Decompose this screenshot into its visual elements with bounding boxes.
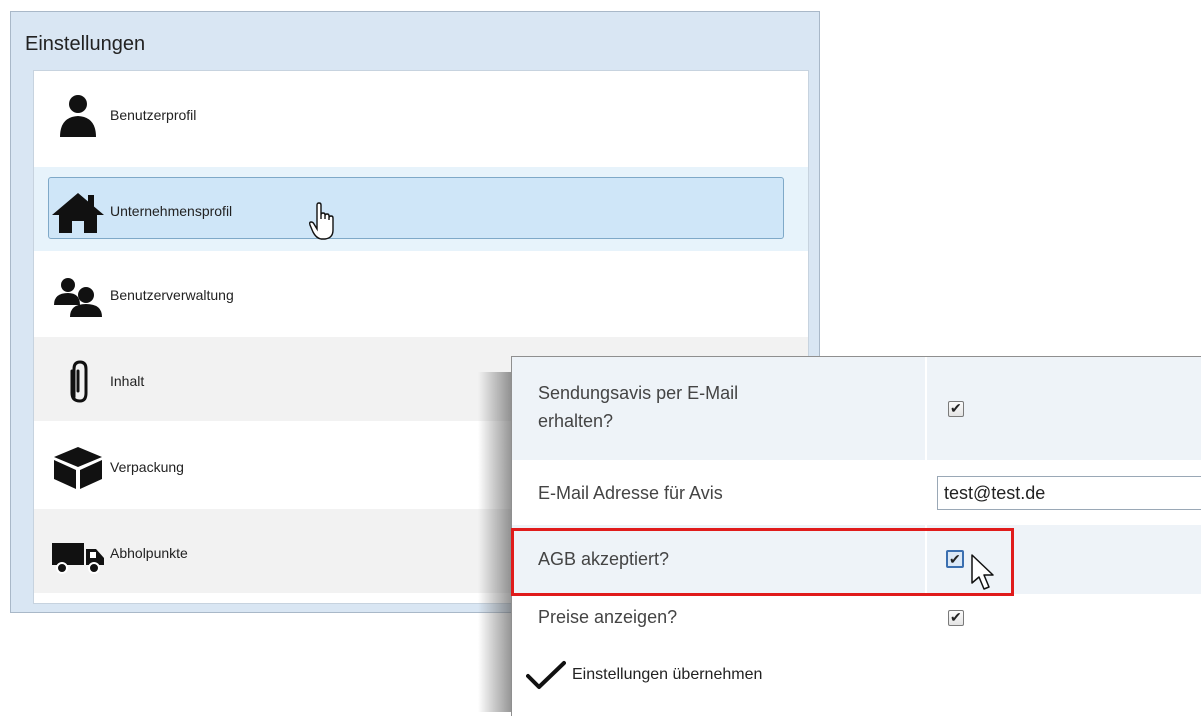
form-row-preise: Preise anzeigen? ✔: [512, 595, 1201, 645]
house-icon: [52, 193, 104, 233]
arrow-cursor-icon: [971, 554, 994, 590]
users-icon: [54, 278, 102, 317]
highlight-frame: [511, 528, 1014, 596]
checkmark-icon: ✔: [950, 400, 962, 416]
paperclip-icon: [70, 360, 88, 403]
menu-item-benutzerprofil[interactable]: Benutzerprofil: [34, 71, 808, 155]
checkmark-icon: ✔: [950, 609, 962, 625]
menu-item-label: Benutzerverwaltung: [110, 287, 234, 303]
menu-item-unternehmensprofil[interactable]: Unternehmensprofil: [34, 167, 808, 251]
menu-item-label: Verpackung: [110, 459, 184, 475]
row-label: E-Mail Adresse für Avis: [538, 483, 723, 503]
panel-title: Einstellungen: [25, 33, 146, 55]
menu-item-label: Benutzerprofil: [110, 107, 197, 123]
preise-checkbox[interactable]: ✔: [948, 609, 964, 626]
user-icon: [60, 95, 96, 137]
row-label: Sendungsavis per E-Mail erhalten?: [538, 383, 739, 431]
menu-item-label: Inhalt: [110, 373, 145, 389]
avis-checkbox[interactable]: ✔: [948, 400, 964, 417]
form-shadow: [478, 372, 514, 712]
box-icon: [54, 447, 102, 489]
checkmark-icon: [526, 661, 566, 689]
apply-settings-label: Einstellungen übernehmen: [572, 666, 763, 683]
column-divider: [925, 357, 927, 460]
truck-icon: [52, 543, 104, 574]
form-row-avis: Sendungsavis per E-Mail erhalten? ✔: [512, 357, 1201, 461]
menu-item-label: Abholpunkte: [110, 545, 188, 561]
menu-item-label: Unternehmensprofil: [110, 203, 233, 219]
menu-item-benutzerverwaltung[interactable]: Benutzerverwaltung: [34, 251, 808, 335]
hand-cursor-icon: [308, 202, 334, 240]
email-field[interactable]: test@test.de: [937, 476, 1201, 510]
row-label: Preise anzeigen?: [538, 607, 678, 627]
